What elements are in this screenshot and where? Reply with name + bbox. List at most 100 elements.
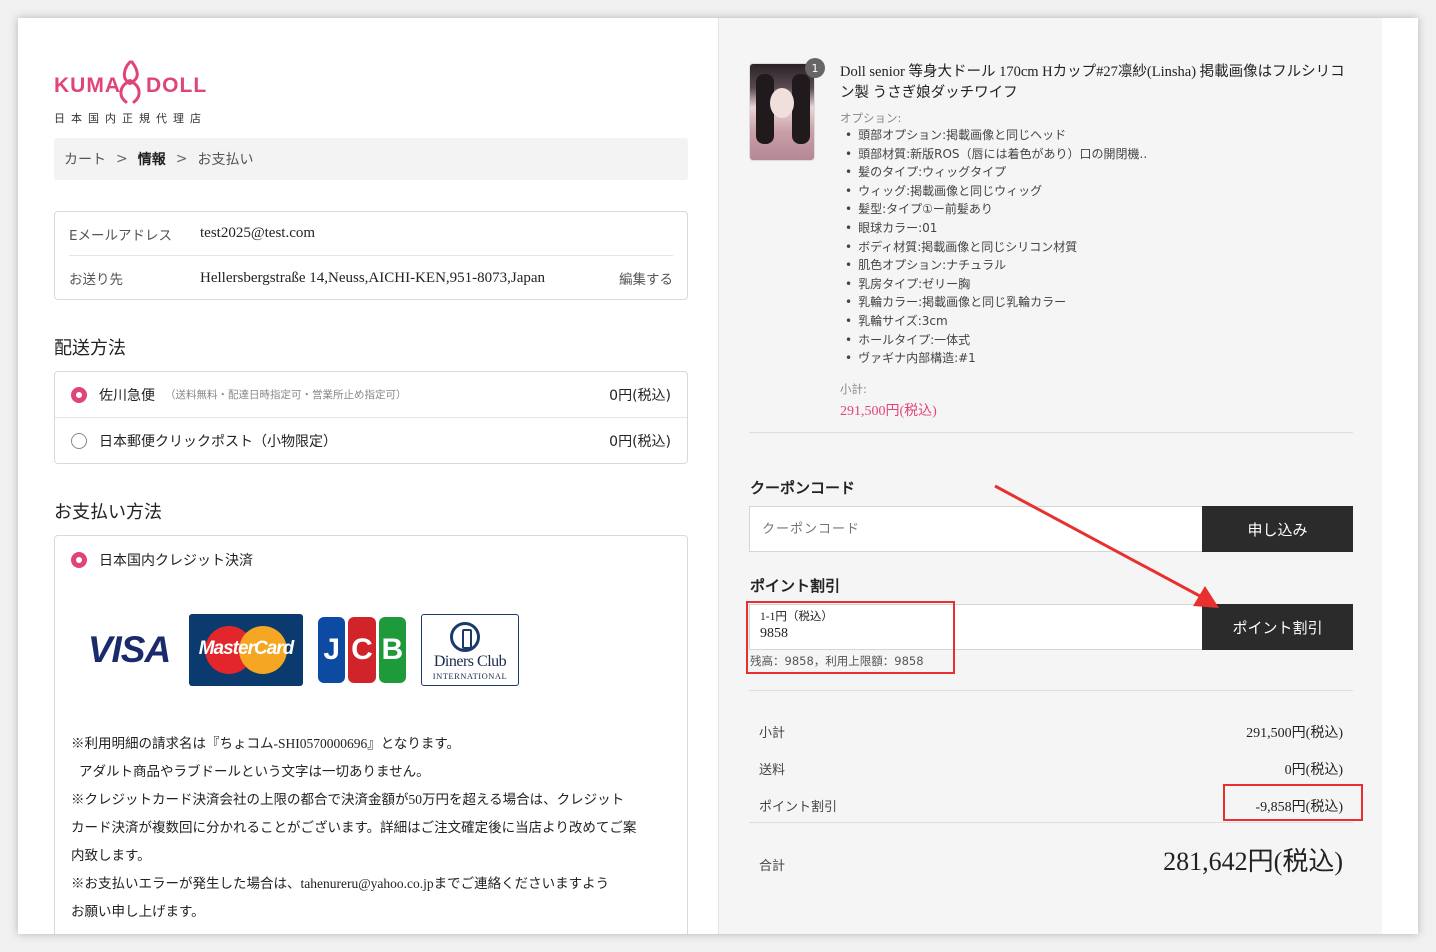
summary-shipping-value: 0円(税込) (1284, 763, 1343, 778)
product-option: 肌色オプション:ナチュラル (840, 256, 1147, 275)
email-row: Eメールアドレス test2025@test.com (69, 212, 673, 256)
thumb-hair (792, 74, 810, 144)
product-option: 髪のタイプ:ウィッグタイプ (840, 163, 1147, 182)
divider (749, 432, 1353, 433)
jcb-j: J (318, 617, 346, 683)
breadcrumb-info[interactable]: 情報 (138, 149, 166, 169)
visa-logo-icon: VISA (87, 629, 171, 670)
radio-selected-icon[interactable] (71, 552, 87, 568)
summary-discount-label: ポイント割引 (759, 800, 838, 815)
divider (749, 690, 1353, 691)
product-option: 乳輪サイズ:3cm (840, 312, 1147, 331)
summary-total-label: 合計 (759, 859, 786, 874)
annotation-box-points (746, 601, 955, 674)
item-subtotal-price: 291,500円(税込) (840, 404, 937, 419)
brand-logo[interactable]: KUMA DOLL 日本国内正規代理店 (54, 60, 224, 130)
payment-note: お願い申し上げます。 (71, 904, 205, 919)
bunny-icon (119, 60, 141, 104)
thumb-face (770, 88, 794, 118)
coupon-title: クーポンコード (750, 479, 856, 497)
breadcrumb-separator: > (175, 151, 188, 167)
logo-right: DOLL (146, 74, 208, 97)
summary-shipping-row: 送料 0円(税込) (759, 759, 1343, 779)
diners-subtext: INTERNATIONAL (432, 671, 508, 681)
shipping-option-note: （送料無料・配達日時指定可・営業所止め指定可） (165, 389, 407, 401)
shipping-option-price: 0円(税込) (609, 387, 671, 404)
product-option: 乳輪カラー:掲載画像と同じ乳輪カラー (840, 293, 1147, 312)
checkout-page: KUMA DOLL 日本国内正規代理店 カート > 情報 > お支払い Eメール… (18, 18, 1418, 934)
breadcrumb-separator: > (116, 151, 128, 167)
payment-method-name: 日本国内クレジット決済 (99, 553, 253, 569)
payment-note: ※クレジットカード決済会社の上限の都合で決済金額が50万円を超える場合は、クレジ… (71, 792, 625, 807)
payment-option-credit[interactable]: 日本国内クレジット決済 (71, 550, 253, 570)
payment-note: ※利用明細の請求名は『ちょコム-SHI0570000696』となります。 (71, 736, 460, 751)
shipping-options: 佐川急便 （送料無料・配達日時指定可・営業所止め指定可） 0円(税込) 日本郵便… (54, 371, 688, 464)
diners-text: Diners Club (433, 653, 507, 670)
payment-title: お支払い方法 (54, 502, 162, 523)
product-option: ウィッグ:掲載画像と同じウィッグ (840, 182, 1147, 201)
payment-note: 内致します。 (71, 848, 151, 863)
breadcrumb: カート > 情報 > お支払い (54, 138, 688, 180)
shipping-title: 配送方法 (54, 338, 126, 359)
order-summary: 1 Doll senior 等身大ドール 170cm Hカップ#27凛紗(Lin… (718, 18, 1382, 934)
product-options: 頭部オプション:掲載画像と同じヘッド 頭部材質:新版ROS（唇には着色があり）口… (840, 126, 1147, 368)
product-option: 頭部材質:新版ROS（唇には着色があり）口の開閉機.. (840, 145, 1147, 164)
logo-subtitle: 日本国内正規代理店 (54, 112, 207, 125)
breadcrumb-cart[interactable]: カート (64, 149, 106, 169)
product-option: 髪型:タイプ①ー前髪あり (840, 200, 1147, 219)
email-label: Eメールアドレス (69, 227, 173, 244)
points-title: ポイント割引 (750, 577, 841, 595)
summary-total-value: 281,642円(税込) (1163, 847, 1343, 876)
radio-selected-icon[interactable] (71, 386, 87, 403)
divider (749, 822, 1353, 823)
ship-to-value: Hellersbergstraße 14,Neuss,AICHI-KEN,951… (200, 269, 546, 286)
card-logos: VISA MasterCard J C B Diners Club INTERN… (81, 614, 519, 686)
checkout-main: KUMA DOLL 日本国内正規代理店 カート > 情報 > お支払い Eメール… (18, 18, 718, 934)
summary-subtotal-value: 291,500円(税込) (1246, 726, 1343, 741)
email-value: test2025@test.com (200, 225, 316, 241)
diners-emblem (450, 622, 480, 652)
quantity-badge: 1 (805, 58, 825, 78)
summary-shipping-label: 送料 (759, 763, 786, 778)
mastercard-logo-icon: MasterCard (189, 614, 303, 686)
product-title: Doll senior 等身大ドール 170cm Hカップ#27凛紗(Linsh… (840, 64, 1345, 101)
apply-coupon-button[interactable]: 申し込み (1202, 506, 1353, 552)
summary-subtotal-row: 小計 291,500円(税込) (759, 722, 1343, 742)
logo-wordmark: KUMA DOLL (54, 60, 206, 104)
product-option: 眼球カラー:01 (840, 219, 1147, 238)
edit-address-link[interactable]: 編集する (619, 268, 673, 288)
apply-points-button[interactable]: ポイント割引 (1202, 604, 1353, 650)
payment-notes: ※利用明細の請求名は『ちょコム-SHI0570000696』となります。 アダル… (71, 730, 671, 926)
payment-note: ※お支払いエラーが発生した場合は、tahenureru@yahoo.co.jpま… (71, 876, 610, 891)
breadcrumb-payment: お支払い (197, 152, 254, 168)
jcb-logo-icon: J C B (315, 614, 409, 686)
product-option: 乳房タイプ:ゼリー胸 (840, 275, 1147, 294)
shipping-option-name: 日本郵便クリックポスト（小物限定） (99, 434, 337, 450)
item-subtotal-label: 小計: (840, 382, 867, 396)
ship-to-label: お送り先 (69, 272, 123, 288)
product-option: ボディ材質:掲載画像と同じシリコン材質 (840, 238, 1147, 257)
coupon-input[interactable] (749, 506, 1203, 552)
payment-note: カード決済が複数回に分かれることがございます。詳細はご注文確定後に当店より改めて… (71, 820, 637, 835)
payment-note: アダルト商品やラブドールという文字は一切ありません。 (79, 764, 430, 779)
product-option: ヴァギナ内部構造:#1 (840, 349, 1147, 368)
ship-to-row: お送り先 Hellersbergstraße 14,Neuss,AICHI-KE… (69, 256, 673, 300)
product-option: ホールタイプ:一体式 (840, 331, 1147, 350)
jcb-c: C (348, 617, 376, 683)
page-margin (1382, 18, 1418, 934)
contact-summary: Eメールアドレス test2025@test.com お送り先 Hellersb… (54, 211, 688, 300)
product-thumbnail (749, 63, 815, 161)
shipping-option-price: 0円(税込) (609, 434, 671, 450)
shipping-option-name: 佐川急便 (99, 387, 155, 404)
diners-logo-icon: Diners Club INTERNATIONAL (421, 614, 519, 686)
options-label: オプション: (840, 111, 902, 125)
radio-unselected-icon[interactable] (71, 433, 87, 449)
shipping-option-clickpost[interactable]: 日本郵便クリックポスト（小物限定） 0円(税込) (55, 418, 687, 464)
summary-subtotal-label: 小計 (759, 726, 786, 741)
mastercard-text: MasterCard (198, 638, 295, 659)
annotation-box-discount (1223, 784, 1363, 821)
summary-total-row: 合計 281,642円(税込) (759, 841, 1343, 878)
shipping-option-sagawa[interactable]: 佐川急便 （送料無料・配達日時指定可・営業所止め指定可） 0円(税込) (55, 372, 687, 418)
product-option: 頭部オプション:掲載画像と同じヘッド (840, 126, 1147, 145)
jcb-b: B (378, 617, 406, 683)
